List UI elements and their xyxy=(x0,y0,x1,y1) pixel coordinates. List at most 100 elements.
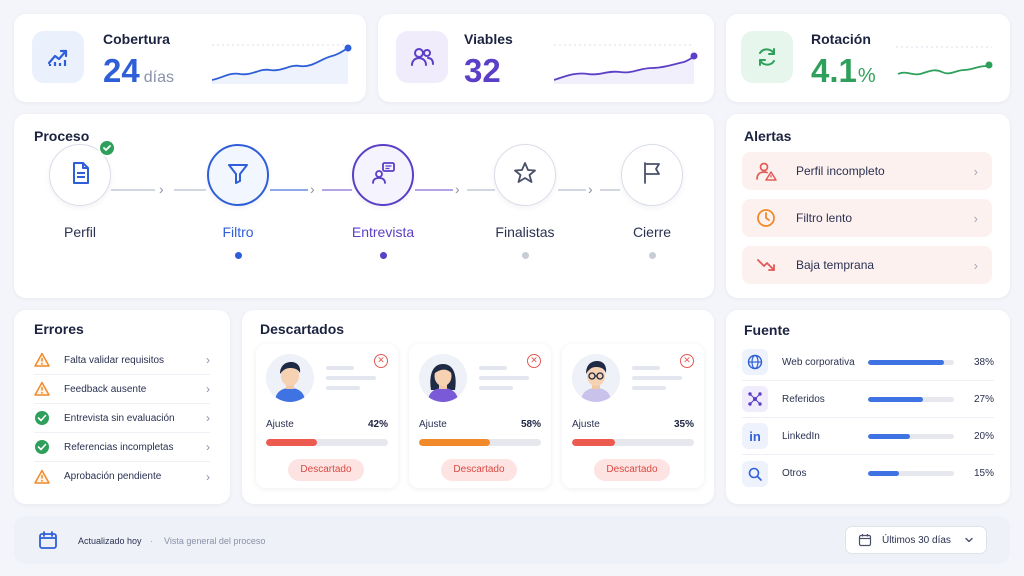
date-range-select[interactable]: Últimos 30 días xyxy=(845,526,987,554)
discarded-title: Descartados xyxy=(260,321,345,337)
sparkline-rotacion xyxy=(896,46,993,76)
kpi-number: 32 xyxy=(464,52,501,89)
errors-card: Errores Falta validar requisitos › Feedb… xyxy=(14,310,230,504)
alert-label: Perfil incompleto xyxy=(796,164,885,178)
source-bar-fill xyxy=(868,471,899,476)
chevron-right-icon: › xyxy=(206,411,210,425)
source-item[interactable]: Referidos 27% xyxy=(742,381,994,418)
chevron-right-icon: › xyxy=(973,257,978,273)
step-perfil[interactable]: Perfil xyxy=(20,139,140,240)
error-item[interactable]: Feedback ausente › xyxy=(34,375,210,404)
calendar-icon xyxy=(37,529,59,556)
alert-item[interactable]: Filtro lento › xyxy=(742,199,992,237)
adjust-percent: 42% xyxy=(367,419,388,430)
error-item[interactable]: Referencias incompletas › xyxy=(34,433,210,462)
step-circle xyxy=(494,144,556,206)
error-item[interactable]: Falta validar requisitos › xyxy=(34,346,210,375)
step-dot xyxy=(234,252,242,259)
separator: · xyxy=(150,536,153,546)
error-item[interactable]: Entrevista sin evaluación › xyxy=(34,404,210,433)
chevron-right-icon: › xyxy=(206,382,210,396)
source-percent: 15% xyxy=(973,468,994,479)
source-label: Otros xyxy=(782,468,807,479)
status-badge: Descartado xyxy=(288,459,364,481)
placeholder-line xyxy=(326,366,354,370)
source-label: LinkedIn xyxy=(782,430,820,442)
placeholder-line xyxy=(479,386,513,390)
male-avatar xyxy=(266,354,314,402)
step-dot xyxy=(648,252,656,259)
chevron-right-icon: › xyxy=(206,440,210,454)
source-label: Referidos xyxy=(782,393,825,405)
chevron-right-icon: › xyxy=(310,181,315,197)
candidate-card[interactable]: ✕ Ajuste 35% Descartado xyxy=(562,344,704,488)
candidate-card[interactable]: ✕ Ajuste 42% Descartado xyxy=(256,344,398,488)
kpi-number: 24 xyxy=(103,52,140,89)
warning-icon xyxy=(34,352,50,368)
source-title: Fuente xyxy=(744,322,790,338)
source-bar-fill xyxy=(868,433,911,439)
check-circle-icon xyxy=(34,439,50,455)
chevron-right-icon: › xyxy=(973,210,978,226)
placeholder-line xyxy=(632,376,682,380)
step-dot xyxy=(379,252,387,259)
source-bar xyxy=(868,433,954,439)
status-badge: Descartado xyxy=(594,459,670,481)
source-bar xyxy=(868,396,954,402)
source-bar xyxy=(868,359,954,365)
discarded-card: Descartados ✕ Ajuste 42% Descartado ✕ Aj… xyxy=(242,310,714,504)
placeholder-line xyxy=(326,386,360,390)
remove-icon[interactable]: ✕ xyxy=(374,354,388,368)
step-cierre[interactable]: Cierre xyxy=(592,144,712,259)
female-avatar xyxy=(419,354,467,402)
source-bar-fill xyxy=(868,396,924,402)
step-dot xyxy=(521,252,529,259)
kpi-value: 24 días xyxy=(103,52,174,90)
kpi-card-rotacion: Rotación 4.1% xyxy=(726,14,1010,102)
step-label: Finalistas xyxy=(495,224,555,240)
male-glasses-avatar xyxy=(572,354,620,402)
adjust-percent: 35% xyxy=(673,419,694,430)
source-item[interactable]: Web corporativa 38% xyxy=(742,344,994,381)
warning-icon xyxy=(34,381,50,397)
step-circle xyxy=(621,144,683,206)
remove-icon[interactable]: ✕ xyxy=(527,354,541,368)
error-label: Aprobación pendiente xyxy=(64,471,162,482)
candidate-card[interactable]: ✕ Ajuste 58% Descartado xyxy=(409,344,551,488)
adjust-label: Ajuste xyxy=(572,419,600,430)
process-title: Proceso xyxy=(34,128,90,144)
alert-item[interactable]: Baja temprana › xyxy=(742,246,992,284)
placeholder-line xyxy=(479,376,529,380)
adjust-bar-fill xyxy=(419,439,490,446)
step-label: Perfil xyxy=(64,224,96,240)
source-item[interactable]: Otros 15% xyxy=(742,455,994,492)
kpi-card-viables: Viables 32 xyxy=(378,14,714,102)
document-icon xyxy=(67,160,93,191)
interview-icon xyxy=(370,160,396,191)
kpi-unit: % xyxy=(857,65,876,87)
clock-icon xyxy=(752,204,780,232)
adjust-bar-fill xyxy=(266,439,318,446)
alert-item[interactable]: Perfil incompleto › xyxy=(742,152,992,190)
remove-icon[interactable]: ✕ xyxy=(680,354,694,368)
adjust-label: Ajuste xyxy=(266,419,294,430)
step-filtro[interactable]: Filtro xyxy=(178,144,298,259)
source-item[interactable]: in LinkedIn 20% xyxy=(742,418,994,455)
placeholder-line xyxy=(479,366,507,370)
chevron-right-icon: › xyxy=(159,181,164,197)
source-percent: 27% xyxy=(973,393,994,405)
step-finalistas[interactable]: Finalistas xyxy=(465,144,585,259)
chevron-right-icon: › xyxy=(973,163,978,179)
source-percent: 20% xyxy=(973,430,994,442)
warning-icon xyxy=(34,469,50,485)
user-warning-icon xyxy=(752,157,780,185)
kpi-card-cobertura: Cobertura 24 días xyxy=(14,14,366,102)
error-item[interactable]: Aprobación pendiente › xyxy=(34,462,210,491)
chevron-down-icon xyxy=(964,535,974,545)
kpi-label: Viables xyxy=(464,31,513,47)
subtitle-text: Vista general del proceso xyxy=(164,536,266,546)
step-entrevista[interactable]: Entrevista xyxy=(323,144,443,259)
error-label: Falta validar requisitos xyxy=(64,354,165,366)
adjust-bar xyxy=(572,439,694,446)
source-percent: 38% xyxy=(973,356,994,368)
